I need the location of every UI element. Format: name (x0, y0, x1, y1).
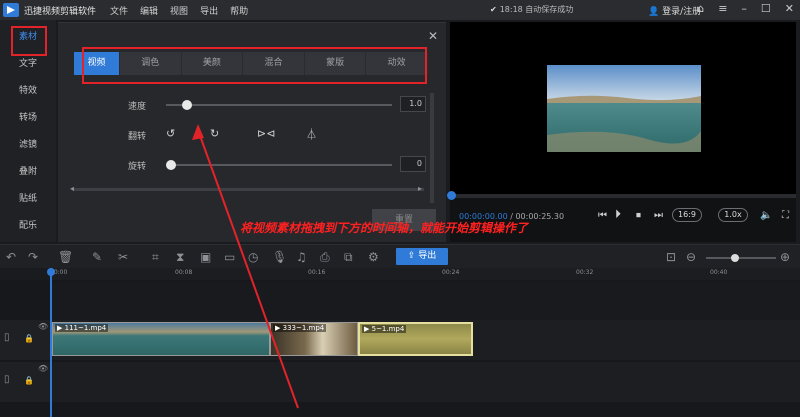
annotation-arrow (192, 124, 299, 409)
